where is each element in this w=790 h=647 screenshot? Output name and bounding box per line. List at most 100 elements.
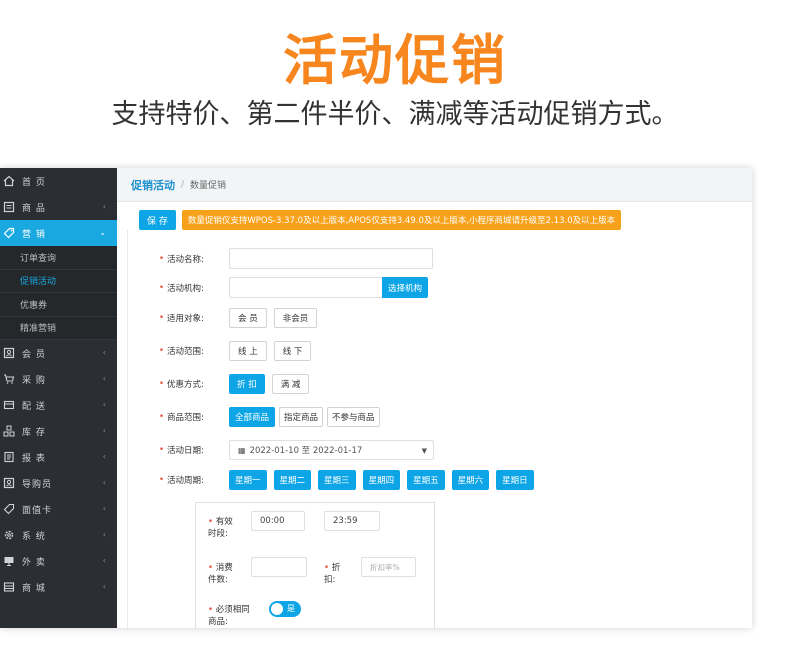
week-cycle-label: 活动周期: (167, 476, 204, 486)
chevron-left-icon: ‹ (102, 530, 106, 539)
chevron-left-icon: ‹ (102, 582, 106, 591)
scope-offline-button[interactable]: 线 下 (273, 341, 312, 361)
sidebar-item-label: 导购员 (22, 479, 53, 490)
required-mark: • (159, 445, 165, 455)
weekday-wed-button[interactable]: 星期三 (318, 470, 356, 490)
required-mark: • (208, 563, 214, 573)
sidebar-item-purchase[interactable]: 采 购 ‹ (0, 366, 117, 392)
date-range-picker[interactable]: ▦ 2022-01-10 至 2022-01-17 ▼ (229, 440, 435, 460)
delivery-icon (2, 398, 16, 412)
discount-rate-input[interactable]: 折扣率% (361, 557, 416, 577)
quantity-input[interactable] (251, 557, 307, 577)
required-mark: • (159, 346, 165, 356)
discount-rate-button[interactable]: 折 扣 (229, 374, 265, 394)
submenu-order-query[interactable]: 订单查询 (0, 246, 117, 270)
required-mark: • (208, 605, 214, 615)
target-member-button[interactable]: 会 员 (229, 308, 267, 328)
weekday-thu-button[interactable]: 星期四 (362, 470, 401, 490)
mall-icon (2, 580, 16, 594)
breadcrumb: 促销活动 / 数量促销 (117, 168, 752, 202)
sidebar-item-value-card[interactable]: 面值卡 ‹ (0, 496, 117, 522)
scope-online-button[interactable]: 线 上 (229, 341, 267, 361)
sidebar-item-mall[interactable]: 商 城 ‹ (0, 574, 117, 600)
sidebar-item-takeout[interactable]: 外 卖 ‹ (0, 548, 117, 574)
same-goods-label-line1: 必须相同 (215, 605, 250, 615)
divider (127, 230, 128, 628)
required-mark: • (159, 412, 165, 422)
banner-title: 活动促销 (283, 29, 507, 92)
required-mark: • (324, 563, 330, 573)
breadcrumb-root[interactable]: 促销活动 (131, 177, 175, 193)
discount-label-line1: 折 (331, 563, 341, 573)
row-target: • 适用对象: 会 员 非会员 (159, 308, 324, 328)
save-button[interactable]: 保 存 (139, 210, 176, 230)
member-card-icon (2, 346, 16, 360)
sidebar-item-member[interactable]: 会 员 ‹ (0, 340, 117, 366)
sidebar-item-goods[interactable]: 商 品 ‹ (0, 194, 117, 220)
weekday-mon-button[interactable]: 星期一 (229, 470, 267, 490)
toggle-text: 是 (287, 604, 295, 613)
activity-name-input[interactable] (229, 248, 434, 269)
chevron-left-icon: ‹ (102, 348, 106, 357)
sidebar-item-delivery[interactable]: 配 送 ‹ (0, 392, 117, 418)
goods-specified-button[interactable]: 指定商品 (279, 407, 324, 427)
sidebar-item-label: 会 员 (22, 349, 46, 360)
required-mark: • (159, 379, 165, 389)
goods-all-button[interactable]: 全部商品 (229, 407, 276, 427)
quantity-label: • 消费 件数: (208, 561, 233, 585)
sidebar-item-label: 首 页 (22, 177, 46, 188)
chevron-left-icon: ‹ (102, 478, 106, 487)
report-icon (2, 450, 16, 464)
full-reduction-button[interactable]: 满 减 (271, 374, 310, 394)
submenu-precision-marketing[interactable]: 精准营销 (0, 316, 117, 340)
sidebar-item-label: 报 表 (22, 453, 46, 464)
discount-label-line2: 扣: (324, 575, 336, 585)
weekday-sun-button[interactable]: 星期日 (496, 470, 534, 490)
quantity-label-line2: 件数: (208, 575, 228, 585)
sidebar-item-label: 库 存 (22, 427, 46, 438)
select-org-button[interactable]: 选择机构 (382, 277, 429, 298)
required-mark: • (159, 282, 165, 293)
row-discount-type: • 优惠方式: 折 扣 满 减 (159, 374, 316, 394)
valid-time-label-line2: 时段: (208, 529, 228, 539)
sidebar-item-system[interactable]: 系 统 ‹ (0, 522, 117, 548)
sidebar-item-stock[interactable]: 库 存 ‹ (0, 418, 117, 444)
toggle-knob (271, 603, 283, 615)
sidebar-item-marketing[interactable]: 营 销 ⌄ (0, 220, 117, 246)
time-end-input[interactable]: 23:59 (324, 511, 380, 531)
chevron-left-icon: ‹ (102, 426, 106, 435)
banner-subtitle: 支持特价、第二件半价、满减等活动促销方式。 (111, 99, 679, 130)
activity-name-label: 活动名称: (167, 254, 204, 265)
submenu-promotion[interactable]: 促销活动 (0, 269, 117, 293)
goods-excluded-button[interactable]: 不参与商品 (327, 407, 380, 427)
target-non-member-button[interactable]: 非会员 (273, 308, 318, 328)
weekday-sat-button[interactable]: 星期六 (451, 470, 490, 490)
caret-down-icon: ▼ (421, 447, 428, 455)
sidebar-item-label: 外 卖 (22, 557, 46, 568)
row-week-cycle: • 活动周期: 星期一 星期二 星期三 星期四 星期五 星期六 星期日 (159, 470, 541, 490)
row-goods-range: • 商品范围: 全部商品 指定商品 不参与商品 (159, 407, 387, 427)
activity-org-input[interactable] (229, 277, 383, 298)
weekday-tue-button[interactable]: 星期二 (273, 470, 312, 490)
toolbar: 保 存 数量促销仅支持WPOS-3.37.0及以上版本,APOS仅支持3.49.… (139, 210, 622, 230)
sidebar-item-label: 商 城 (22, 583, 46, 594)
valid-time-label-line1: 有效 (215, 517, 233, 527)
target-label: 适用对象: (167, 314, 204, 324)
weekday-fri-button[interactable]: 星期五 (407, 470, 445, 490)
row-scope: • 活动范围: 线 上 线 下 (159, 341, 318, 361)
time-start-input[interactable]: 00:00 (251, 511, 305, 531)
same-goods-toggle[interactable]: 是 (269, 601, 301, 617)
row-activity-date: • 活动日期: ▦ 2022-01-10 至 2022-01-17 ▼ (159, 440, 435, 460)
sidebar-item-report[interactable]: 报 表 ‹ (0, 444, 117, 470)
gear-icon (2, 528, 16, 542)
same-goods-label-line2: 商品: (208, 617, 228, 627)
card-icon (2, 502, 16, 516)
chevron-left-icon: ‹ (102, 202, 106, 211)
quantity-label-line1: 消费 (215, 563, 233, 573)
submenu-coupon[interactable]: 优惠券 (0, 293, 117, 317)
sidebar-item-guide[interactable]: 导购员 ‹ (0, 470, 117, 496)
sidebar-item-home[interactable]: 首 页 (0, 168, 117, 194)
breadcrumb-current: 数量促销 (190, 181, 227, 191)
sidebar: 首 页 商 品 ‹ 营 销 ⌄ 订单查询 促销活动 优惠券 精准营销 会 员 ‹… (0, 168, 117, 628)
required-mark: • (159, 253, 165, 264)
